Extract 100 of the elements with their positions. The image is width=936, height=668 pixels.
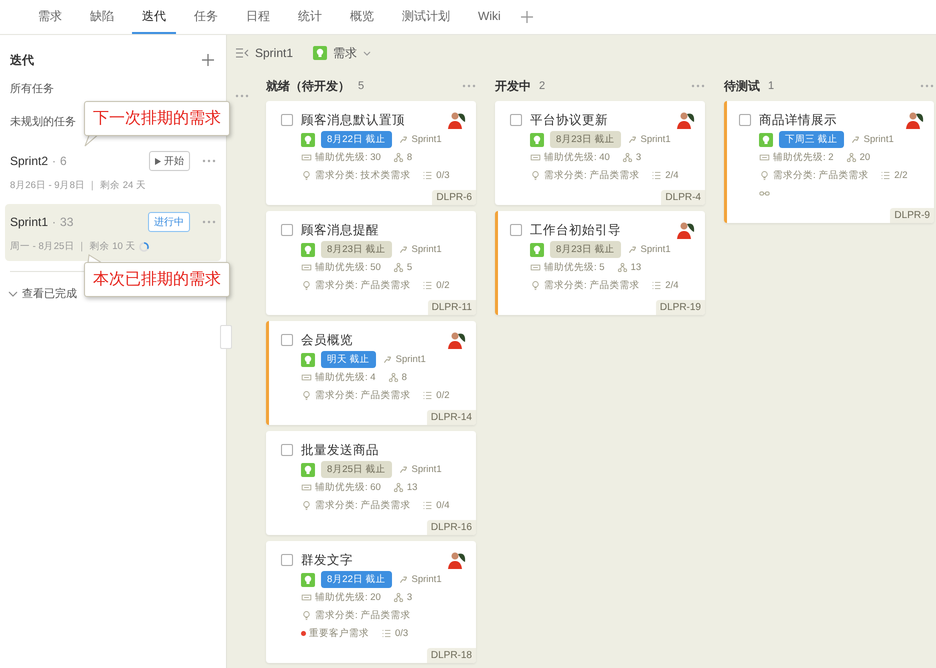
- more-icon[interactable]: [462, 84, 476, 88]
- ticket-icon: [530, 262, 541, 273]
- checkbox[interactable]: [281, 554, 293, 566]
- nodes-icon: [616, 262, 628, 273]
- priority-label: 辅助优先级: 4: [315, 371, 376, 384]
- ticket-icon: [301, 262, 312, 273]
- list-icon: [422, 390, 434, 401]
- more-icon[interactable]: [920, 84, 934, 88]
- nav-tab[interactable]: 日程: [236, 0, 280, 34]
- due-date-badge: 8月23日 截止: [550, 241, 620, 258]
- show-completed-link[interactable]: 查看已完成: [22, 286, 77, 301]
- add-icon[interactable]: [202, 54, 214, 66]
- lightbulb-icon: [301, 280, 312, 291]
- nav-tab[interactable]: Wiki: [468, 0, 511, 34]
- card-title: 群发文字: [301, 552, 354, 568]
- callout-note: 本次已排期的需求: [84, 262, 230, 297]
- lightbulb-icon: [313, 46, 328, 60]
- subtask-count: 0/2: [436, 280, 450, 291]
- member-count: 8: [402, 372, 407, 383]
- task-card[interactable]: 工作台初始引导 8月23日 截止 Sprint1 辅助优先级: 5 13 需求分类: 产品类需求 2/4 DLPR-19: [495, 211, 705, 315]
- nav-tab[interactable]: 缺陷: [80, 0, 124, 34]
- card-title: 平台协议更新: [530, 112, 609, 128]
- category-label: 需求分类: 产品类需求: [315, 389, 410, 402]
- add-icon[interactable]: [520, 11, 533, 23]
- task-card[interactable]: 群发文字 8月22日 截止 Sprint1 辅助优先级: 20 3 需求分类: 产品类需求 重要客户需求 0/3 DLPR-18: [266, 541, 476, 663]
- task-card[interactable]: 会员概览 明天 截止 Sprint1 辅助优先级: 4 8 需求分类: 产品类需求 0/2 DLPR-14: [266, 321, 476, 425]
- nodes-icon: [392, 482, 404, 493]
- member-count: 20: [860, 152, 870, 163]
- more-icon[interactable]: [202, 220, 216, 224]
- column-count: 2: [539, 80, 546, 92]
- column-count: 5: [358, 80, 364, 92]
- member-count: 13: [406, 482, 418, 493]
- task-card[interactable]: 批量发送商品 8月25日 截止 Sprint1 辅助优先级: 60 13 需求分类: 产品类需求 0/4 DLPR-16: [266, 431, 476, 535]
- card-title: 会员概览: [301, 332, 354, 348]
- list-icon: [422, 170, 434, 181]
- sprint-label: Sprint1: [640, 134, 671, 145]
- more-icon[interactable]: [691, 84, 705, 88]
- task-card[interactable]: 顾客消息默认置顶 8月22日 截止 Sprint1 辅助优先级: 30 8 需求分类: 技术类需求 0/3 DLPR-6: [266, 101, 476, 205]
- list-icon: [381, 628, 392, 639]
- lightbulb-icon: [759, 170, 770, 181]
- sprint-label: Sprint1: [640, 244, 671, 255]
- nodes-icon: [388, 372, 399, 383]
- list-icon: [651, 170, 662, 181]
- card-id: DLPR-11: [428, 300, 476, 315]
- ticket-icon: [301, 372, 312, 383]
- more-icon[interactable]: [235, 94, 249, 98]
- category-label: 需求分类: 技术类需求: [315, 169, 410, 182]
- card-title: 顾客消息提醒: [301, 222, 380, 238]
- type-filter[interactable]: 需求: [333, 44, 358, 62]
- card-title: 商品详情展示: [759, 112, 838, 128]
- nodes-icon: [392, 592, 404, 603]
- collapse-handle[interactable]: [220, 325, 232, 349]
- sprint-item[interactable]: Sprint2 · 6 开始 8月26日 - 9月8日 ｜ 剩余 24 天: [5, 143, 221, 200]
- column-title: 就绪（待开发）: [266, 78, 350, 94]
- nav-tab[interactable]: 任务: [184, 0, 228, 34]
- column-title: 待测试: [724, 78, 760, 94]
- sprint-label: Sprint1: [864, 134, 894, 145]
- checkbox[interactable]: [510, 114, 522, 126]
- separator-dot: ·: [52, 215, 56, 229]
- checkbox[interactable]: [281, 444, 293, 456]
- sidebar-link[interactable]: 所有任务: [10, 83, 54, 95]
- nav-tab[interactable]: 测试计划: [392, 0, 460, 34]
- nav-tab[interactable]: 概览: [340, 0, 384, 34]
- task-card[interactable]: 平台协议更新 8月23日 截止 Sprint1 辅助优先级: 40 3 需求分类: 产品类需求 2/4 DLPR-4: [495, 101, 705, 205]
- sprint-label: Sprint1: [412, 464, 442, 475]
- priority-label: 辅助优先级: 5: [544, 261, 605, 274]
- subtask-count: 0/3: [436, 170, 450, 181]
- member-count: 3: [636, 152, 642, 163]
- checkbox[interactable]: [281, 334, 293, 346]
- due-date-badge: 8月23日 截止: [321, 241, 392, 258]
- collapse-menu-icon[interactable]: [235, 48, 249, 58]
- ticket-icon: [301, 592, 312, 603]
- checkbox[interactable]: [739, 114, 751, 126]
- more-icon[interactable]: [202, 159, 216, 163]
- card-id: DLPR-4: [661, 190, 705, 205]
- checkbox[interactable]: [510, 224, 522, 236]
- lightbulb-icon: [301, 242, 315, 256]
- sidebar-title: 迭代: [10, 52, 34, 68]
- priority-label: 辅助优先级: 30: [315, 151, 381, 164]
- checkbox[interactable]: [281, 114, 293, 126]
- sprint-selector[interactable]: Sprint1: [255, 46, 294, 60]
- member-count: 5: [406, 262, 412, 273]
- nodes-icon: [622, 152, 633, 163]
- nav-tab[interactable]: 统计: [288, 0, 332, 34]
- nav-tab[interactable]: 需求: [28, 0, 72, 34]
- nodes-icon: [392, 152, 404, 163]
- card-title: 工作台初始引导: [530, 222, 622, 238]
- task-card[interactable]: 顾客消息提醒 8月23日 截止 Sprint1 辅助优先级: 50 5 需求分类: 产品类需求 0/2 DLPR-11: [266, 211, 476, 315]
- task-card[interactable]: 商品详情展示 下周三 截止 Sprint1 辅助优先级: 2 20 需求分类: 产品类需求 2/2 DLPR-9: [724, 101, 934, 223]
- start-button[interactable]: 开始: [149, 151, 190, 171]
- member-count: 8: [406, 152, 412, 163]
- column-count: 1: [768, 80, 774, 92]
- card-id: DLPR-14: [426, 410, 476, 425]
- priority-label: 辅助优先级: 20: [315, 591, 381, 604]
- due-date-badge: 8月23日 截止: [550, 131, 620, 148]
- checkbox[interactable]: [281, 224, 293, 236]
- lightbulb-icon: [301, 610, 312, 621]
- sprint-item[interactable]: Sprint1 · 33 进行中 周一 - 8月25日 ｜ 剩余 10 天: [5, 204, 221, 261]
- sprint-label: Sprint1: [396, 354, 426, 365]
- sidebar-link[interactable]: 未规划的任务: [10, 116, 76, 128]
